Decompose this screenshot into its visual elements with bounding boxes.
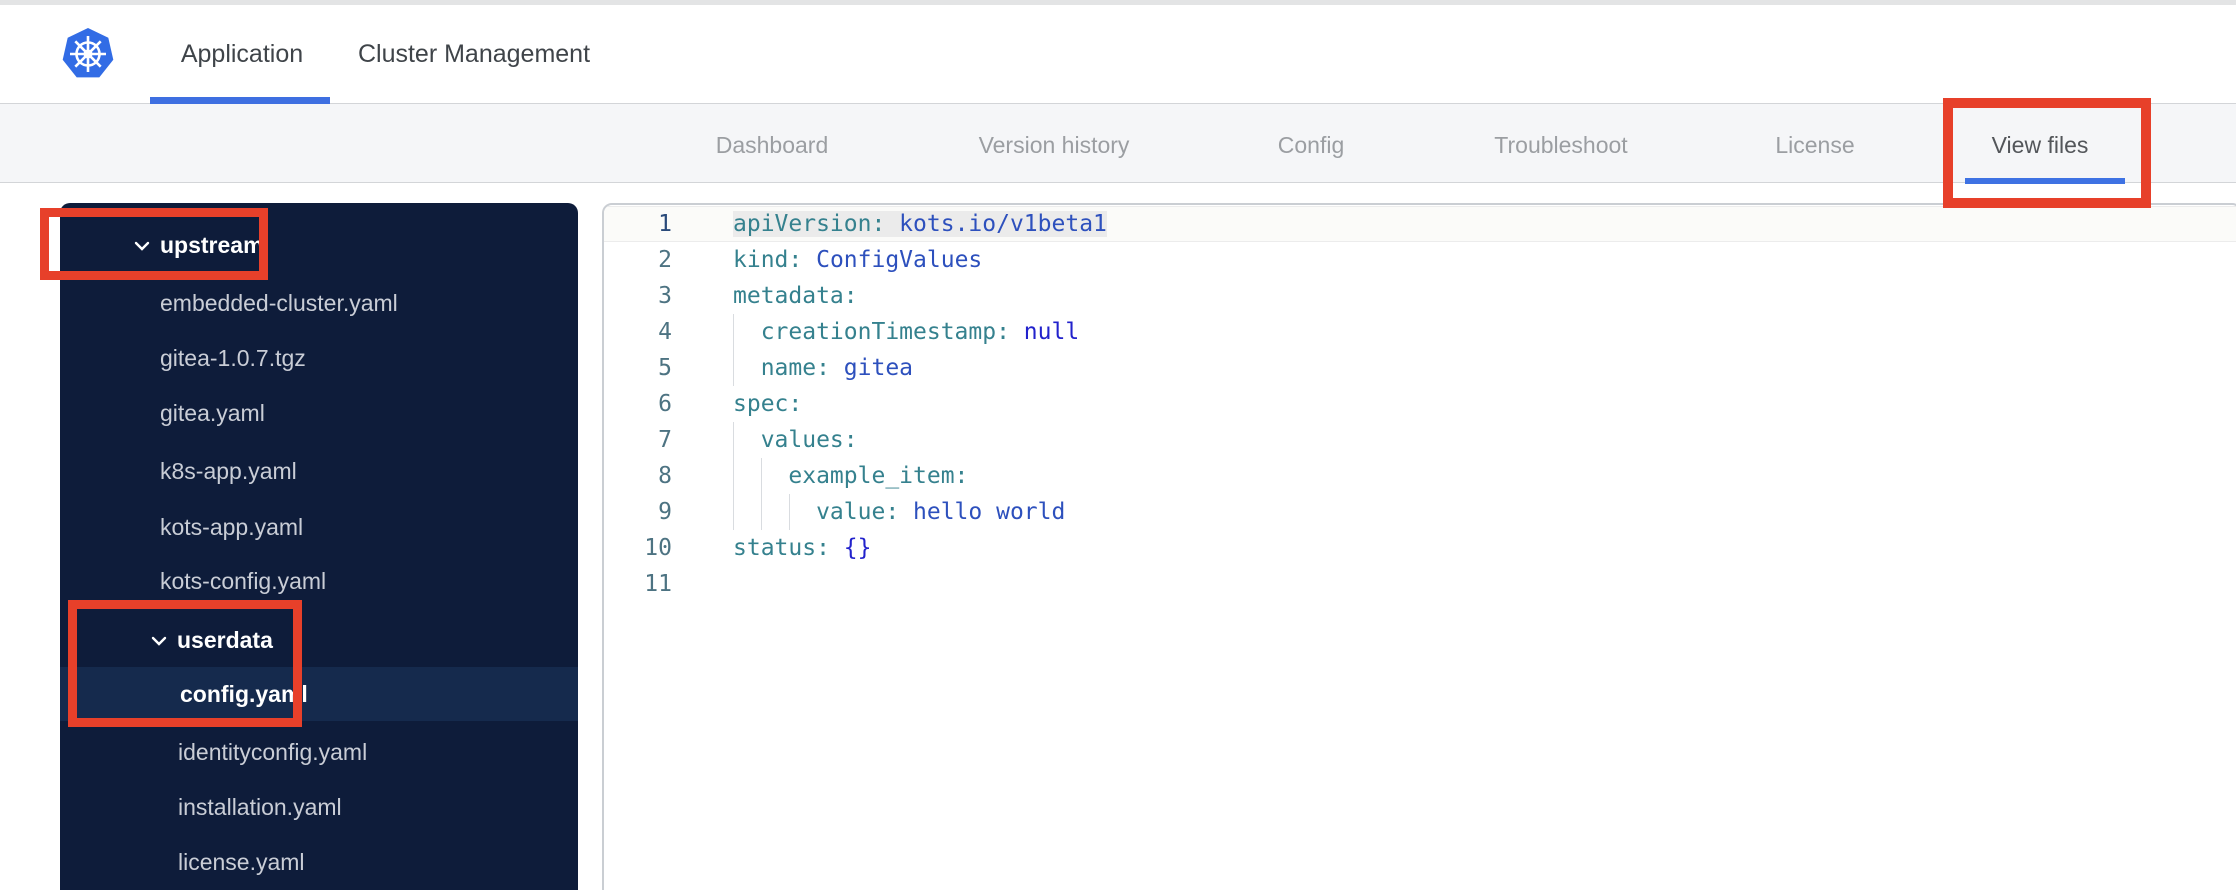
code-line[interactable]: 8 example_item: [604,458,2236,494]
tree-file-installation[interactable]: installation.yaml [60,780,578,834]
kubernetes-logo[interactable] [60,26,116,82]
file-viewer-editor[interactable]: 1 apiVersion: kots.io/v1beta1 2 kind: Co… [602,203,2236,890]
code-line[interactable]: 11 [604,566,2236,602]
tree-file-license[interactable]: license.yaml [60,835,578,889]
app-header: Application Cluster Management [0,5,2236,104]
code-line[interactable]: 3 metadata: [604,278,2236,314]
tree-file-gitea-yaml[interactable]: gitea.yaml [60,386,578,440]
tree-file-gitea-tgz[interactable]: gitea-1.0.7.tgz [60,331,578,385]
code-line[interactable]: 2 kind: ConfigValues [604,242,2236,278]
code-line[interactable]: 6 spec: [604,386,2236,422]
subnav-dashboard[interactable]: Dashboard [716,104,829,182]
app-subnav: Dashboard Version history Config Trouble… [0,104,2236,183]
subnav-license[interactable]: License [1775,104,1854,182]
annotation-box-userdata-config [68,600,302,727]
code-line[interactable]: 5 name: gitea [604,350,2236,386]
code-line[interactable]: 1 apiVersion: kots.io/v1beta1 [604,206,2236,242]
code-line[interactable]: 10 status: {} [604,530,2236,566]
tree-file-embedded-cluster[interactable]: embedded-cluster.yaml [60,276,578,330]
yaml-code: 1 apiVersion: kots.io/v1beta1 2 kind: Co… [604,205,2236,890]
subnav-troubleshoot[interactable]: Troubleshoot [1494,104,1627,182]
code-line[interactable]: 4 creationTimestamp: null [604,314,2236,350]
kots-admin-console: Application Cluster Management Dashboard… [0,0,2236,890]
tab-application[interactable]: Application [181,5,303,103]
code-line[interactable]: 9 value: hello world [604,494,2236,530]
tree-file-kots-app[interactable]: kots-app.yaml [60,500,578,554]
annotation-box-upstream [40,208,268,280]
subnav-config[interactable]: Config [1278,104,1344,182]
file-tree: upstream embedded-cluster.yaml gitea-1.0… [60,203,578,890]
tree-file-identityconfig[interactable]: identityconfig.yaml [60,725,578,779]
active-tab-underline [150,97,330,104]
tab-cluster-management[interactable]: Cluster Management [358,5,590,103]
code-line[interactable]: 7 values: [604,422,2236,458]
subnav-version-history[interactable]: Version history [979,104,1130,182]
annotation-box-view-files [1943,98,2151,208]
tree-file-k8s-app[interactable]: k8s-app.yaml [60,444,578,498]
